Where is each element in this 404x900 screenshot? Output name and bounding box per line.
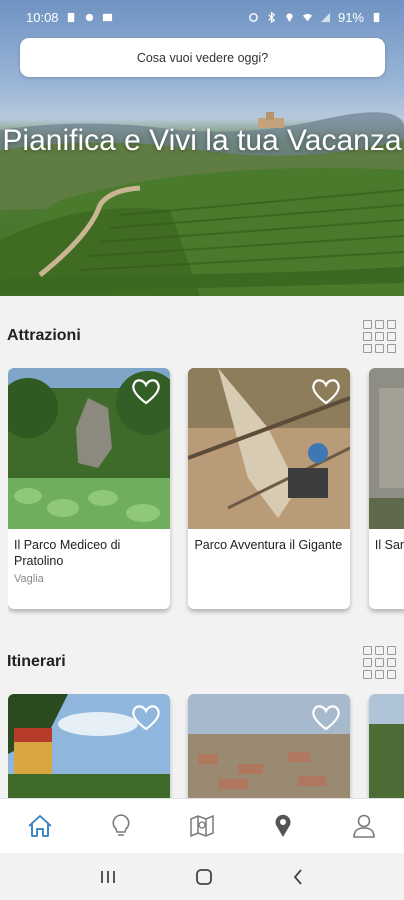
favorite-heart-icon[interactable] <box>310 702 342 732</box>
attraction-location: Vaglia <box>14 573 44 585</box>
attraction-title: Il Parco Mediceo di Pratolino <box>14 538 121 568</box>
bluetooth-icon <box>268 11 276 23</box>
attraction-title: Il Santu Montes <box>374 538 404 552</box>
home-button-icon[interactable] <box>195 868 213 886</box>
signal-icon <box>320 12 331 22</box>
grid-view-icon[interactable] <box>362 319 396 353</box>
itinerary-card[interactable] <box>8 694 170 798</box>
favorite-heart-icon[interactable] <box>130 376 162 406</box>
location-pin-icon <box>275 814 291 837</box>
nav-nearby[interactable] <box>263 806 303 846</box>
alarm-icon <box>249 12 258 22</box>
itinerary-image <box>8 694 170 798</box>
itineraries-header: Itinerari <box>0 644 404 680</box>
nav-ideas[interactable] <box>101 806 141 846</box>
nav-map[interactable] <box>182 806 222 846</box>
battery-icon <box>373 12 380 22</box>
home-icon <box>28 815 52 837</box>
recent-apps-icon[interactable] <box>99 869 117 885</box>
favorite-heart-icon[interactable] <box>130 702 162 732</box>
favorite-heart-icon[interactable] <box>310 376 342 406</box>
itinerary-image <box>368 694 404 798</box>
location-icon <box>286 12 293 22</box>
system-navigation-bar <box>0 853 404 900</box>
app-notification-icon <box>102 13 112 21</box>
back-icon[interactable] <box>291 868 305 886</box>
attraction-title: Parco Avventura il Gigante <box>194 538 343 552</box>
attraction-card[interactable]: Parco Avventura il Gigante <box>188 368 351 609</box>
itinerary-card[interactable] <box>188 694 351 798</box>
search-placeholder: Cosa vuoi vedere oggi? <box>136 50 269 65</box>
search-input[interactable]: Cosa vuoi vedere oggi? <box>20 38 385 77</box>
lightbulb-icon <box>112 814 130 836</box>
bottom-navigation <box>0 798 404 853</box>
status-time: 10:08 <box>26 9 59 25</box>
attraction-image <box>8 368 170 529</box>
attractions-carousel[interactable]: Il Parco Mediceo di Pratolino Vaglia Par… <box>8 368 404 616</box>
settings-notification-icon <box>85 13 93 21</box>
attraction-card[interactable]: Il Santu Montes <box>368 368 404 609</box>
attraction-image <box>368 368 404 529</box>
nav-profile[interactable] <box>344 806 384 846</box>
attraction-image <box>188 368 351 529</box>
battery-percentage: 91% <box>337 9 364 25</box>
attractions-title: Attrazioni <box>7 327 81 344</box>
itinerary-card[interactable] <box>368 694 404 798</box>
attraction-card[interactable]: Il Parco Mediceo di Pratolino Vaglia <box>8 368 170 609</box>
nav-home[interactable] <box>20 806 60 846</box>
attractions-header: Attrazioni <box>0 318 404 354</box>
hero-title: Pianifica e Vivi la tua Vacanza <box>2 124 402 157</box>
status-bar: 10:08 91% <box>0 0 404 34</box>
itinerary-image <box>188 694 351 798</box>
grid-view-icon[interactable] <box>362 645 396 679</box>
profile-icon <box>352 814 375 838</box>
notification-icon <box>67 12 74 22</box>
itineraries-carousel[interactable] <box>8 694 404 798</box>
map-icon <box>190 814 214 838</box>
wifi-icon <box>302 13 313 21</box>
itineraries-title: Itinerari <box>7 653 66 670</box>
